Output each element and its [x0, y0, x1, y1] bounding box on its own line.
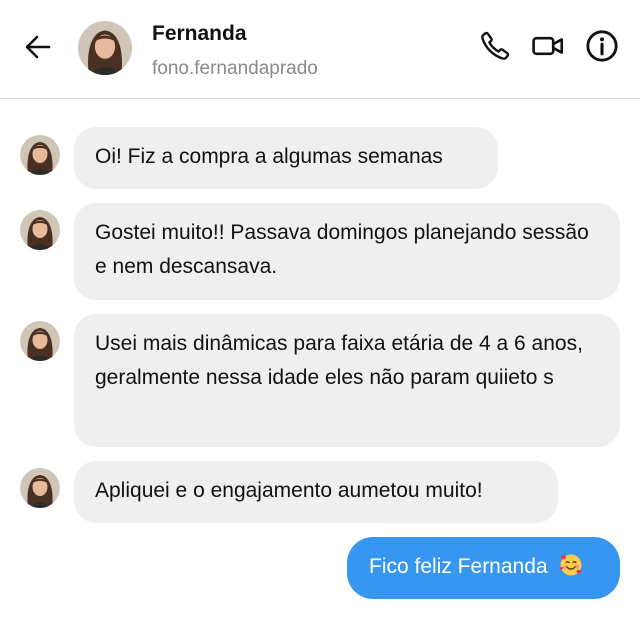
smiling-face-with-hearts-emoji [559, 553, 583, 589]
incoming-message[interactable]: Oi! Fiz a compra a algumas semanas [74, 127, 498, 189]
message-text: Oi! Fiz a compra a algumas semanas [95, 145, 443, 168]
chat-screen: Fernanda fono.fernandaprado Oi! Fiz a co… [0, 0, 640, 639]
sender-avatar[interactable] [20, 321, 60, 361]
chat-header: Fernanda fono.fernandaprado [0, 0, 640, 99]
incoming-message[interactable]: Gostei muito!! Passava domingos planejan… [74, 203, 620, 300]
info-icon [585, 29, 619, 68]
sender-avatar[interactable] [20, 210, 60, 250]
contact-handle: fono.fernandaprado [152, 58, 318, 79]
message-text: Apliquei e o engajamento aumetou muito! [95, 479, 483, 502]
outgoing-message[interactable]: Fico feliz Fernanda [347, 537, 620, 599]
message-text: Fico feliz Fernanda [369, 555, 548, 578]
message-text: Usei mais dinâmicas para faixa etária de… [95, 332, 583, 389]
video-camera-icon [531, 29, 565, 68]
back-button[interactable] [20, 31, 56, 67]
sender-avatar[interactable] [20, 135, 60, 175]
back-arrow-icon [24, 33, 52, 66]
incoming-message[interactable]: Apliquei e o engajamento aumetou muito! [74, 461, 558, 523]
sender-avatar[interactable] [20, 468, 60, 508]
message-text: Gostei muito!! Passava domingos planejan… [95, 221, 589, 278]
contact-name[interactable]: Fernanda [152, 22, 247, 46]
incoming-message[interactable]: Usei mais dinâmicas para faixa etária de… [74, 314, 620, 447]
contact-avatar[interactable] [78, 21, 132, 75]
phone-icon [479, 30, 511, 67]
info-button[interactable] [584, 29, 620, 68]
video-call-button[interactable] [530, 30, 566, 66]
call-button[interactable] [477, 30, 513, 66]
